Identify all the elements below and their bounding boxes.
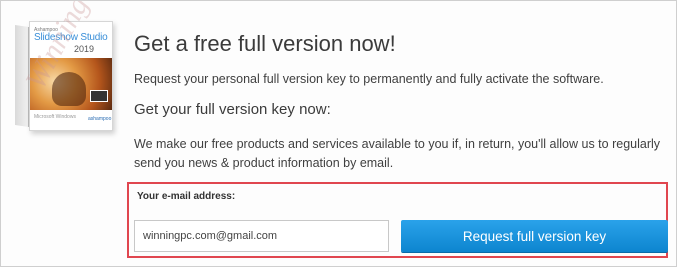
email-field[interactable] xyxy=(134,220,389,252)
email-request-form: Your e-mail address: Request full versio… xyxy=(127,182,668,258)
activation-panel: Ashampoo Slideshow Studio 2019 Microsoft… xyxy=(0,0,677,267)
product-badge-icon xyxy=(90,90,108,102)
product-name: Slideshow Studio xyxy=(34,32,108,43)
page-description: Request your personal full version key t… xyxy=(134,72,604,86)
email-label: Your e-mail address: xyxy=(137,191,236,202)
product-publisher-logo: ashampoo xyxy=(88,116,112,122)
product-platform: Microsoft Windows xyxy=(34,114,76,120)
newsletter-consent-text: We make our free products and services a… xyxy=(134,137,661,170)
product-box-front: Ashampoo Slideshow Studio 2019 Microsoft… xyxy=(29,21,113,131)
product-box-spine xyxy=(15,25,29,128)
request-full-version-key-button[interactable]: Request full version key xyxy=(401,220,668,252)
section-subtitle: Get your full version key now: xyxy=(134,101,331,118)
product-box-image: Ashampoo Slideshow Studio 2019 Microsoft… xyxy=(15,21,113,131)
page-title: Get a free full version now! xyxy=(134,31,396,56)
product-cover-photo xyxy=(30,58,112,110)
product-year: 2019 xyxy=(74,44,95,54)
